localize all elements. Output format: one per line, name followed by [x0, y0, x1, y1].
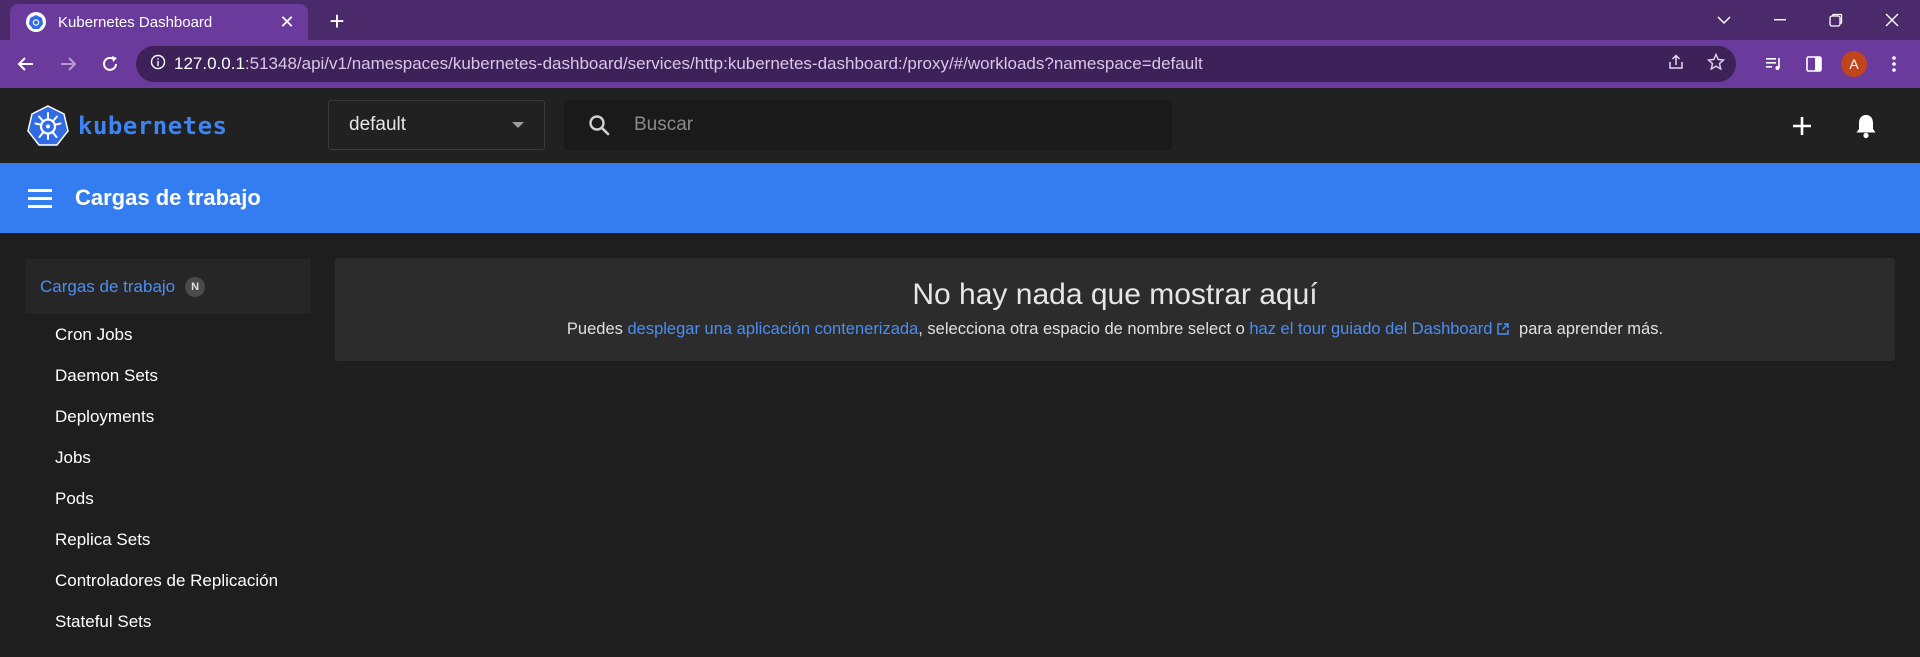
page-titlebar: Cargas de trabajo	[0, 163, 1920, 233]
bookmark-star-icon[interactable]	[1696, 52, 1736, 76]
notifications-bell-icon[interactable]	[1846, 106, 1886, 146]
kubernetes-logo-icon	[27, 105, 69, 146]
namespace-value: default	[349, 114, 407, 135]
reload-button[interactable]	[90, 44, 130, 84]
create-resource-button[interactable]	[1782, 106, 1822, 146]
namespaced-badge: N	[185, 276, 206, 297]
toolbar-right: A	[1754, 40, 1920, 88]
page-title: Cargas de trabajo	[75, 185, 261, 210]
browser-tab-strip: Kubernetes Dashboard ✕ +	[0, 0, 1920, 40]
new-tab-button[interactable]: +	[322, 6, 352, 36]
tab-close-icon[interactable]: ✕	[276, 12, 298, 33]
url-text[interactable]: 127.0.0.1:51348/api/v1/namespaces/kubern…	[174, 54, 1656, 74]
empty-state-prefix: Puedes	[566, 320, 628, 338]
search-bar	[564, 100, 1172, 150]
browser-menu-icon[interactable]	[1874, 44, 1914, 84]
tab-title: Kubernetes Dashboard	[58, 13, 213, 31]
sidebar-item-replication-controllers[interactable]: Controladores de Replicación	[25, 560, 311, 601]
profile-initial: A	[1841, 51, 1867, 77]
sidebar-item-cron-jobs[interactable]: Cron Jobs	[25, 314, 311, 355]
profile-avatar[interactable]: A	[1834, 44, 1874, 84]
url-host: 127.0.0.1	[174, 54, 245, 73]
kubernetes-favicon-icon	[26, 12, 46, 32]
sidebar-item-replica-sets[interactable]: Replica Sets	[25, 519, 311, 560]
sidebar-item-workloads[interactable]: Cargas de trabajo N	[25, 259, 311, 314]
app-header: kubernetes default	[0, 88, 1920, 163]
external-link-icon	[1497, 323, 1510, 335]
site-info-icon[interactable]	[150, 54, 174, 74]
sidebar-list: Cron Jobs Daemon Sets Deployments Jobs P…	[25, 314, 311, 642]
forward-button[interactable]	[48, 44, 88, 84]
kubernetes-logo[interactable]: kubernetes	[26, 104, 228, 148]
hamburger-menu-icon[interactable]	[20, 178, 60, 218]
empty-state-middle: , selecciona otra espacio de nombre sele…	[918, 320, 1250, 338]
dashboard-tour-link[interactable]: haz el tour guiado del Dashboard	[1249, 320, 1492, 338]
tab-search-chevron-icon[interactable]	[1696, 0, 1752, 40]
browser-tab[interactable]: Kubernetes Dashboard ✕	[10, 4, 308, 40]
media-queue-icon[interactable]	[1754, 44, 1794, 84]
empty-state-suffix: para aprender más.	[1514, 320, 1664, 338]
side-panel-icon[interactable]	[1794, 44, 1834, 84]
sidebar-item-jobs[interactable]: Jobs	[25, 437, 311, 478]
sidebar-header-label: Cargas de trabajo	[40, 276, 176, 296]
empty-state-text: Puedes desplegar una aplicación contener…	[335, 320, 1895, 339]
search-icon	[564, 113, 634, 137]
window-controls	[1696, 0, 1920, 40]
logo-text: kubernetes	[78, 112, 228, 140]
back-button[interactable]	[6, 44, 46, 84]
namespace-select[interactable]: default	[328, 100, 545, 150]
sidebar-item-stateful-sets[interactable]: Stateful Sets	[25, 601, 311, 642]
caret-down-icon	[512, 122, 524, 128]
search-input[interactable]	[634, 114, 1172, 136]
sidebar-item-pods[interactable]: Pods	[25, 478, 311, 519]
address-bar[interactable]: 127.0.0.1:51348/api/v1/namespaces/kubern…	[136, 46, 1736, 82]
empty-state-title: No hay nada que mostrar aquí	[912, 278, 1318, 311]
share-icon[interactable]	[1656, 53, 1696, 76]
deploy-app-link[interactable]: desplegar una aplicación contenerizada	[627, 320, 918, 338]
sidebar-item-deployments[interactable]: Deployments	[25, 396, 311, 437]
minimize-button[interactable]	[1752, 0, 1808, 40]
close-window-button[interactable]	[1864, 0, 1920, 40]
sidebar: Cargas de trabajo N Cron Jobs Daemon Set…	[25, 259, 311, 642]
sidebar-item-daemon-sets[interactable]: Daemon Sets	[25, 355, 311, 396]
browser-toolbar: 127.0.0.1:51348/api/v1/namespaces/kubern…	[0, 40, 1920, 88]
empty-state-card: No hay nada que mostrar aquí Puedes desp…	[335, 258, 1895, 361]
url-path: :51348/api/v1/namespaces/kubernetes-dash…	[244, 54, 1203, 73]
restore-button[interactable]	[1808, 0, 1864, 40]
